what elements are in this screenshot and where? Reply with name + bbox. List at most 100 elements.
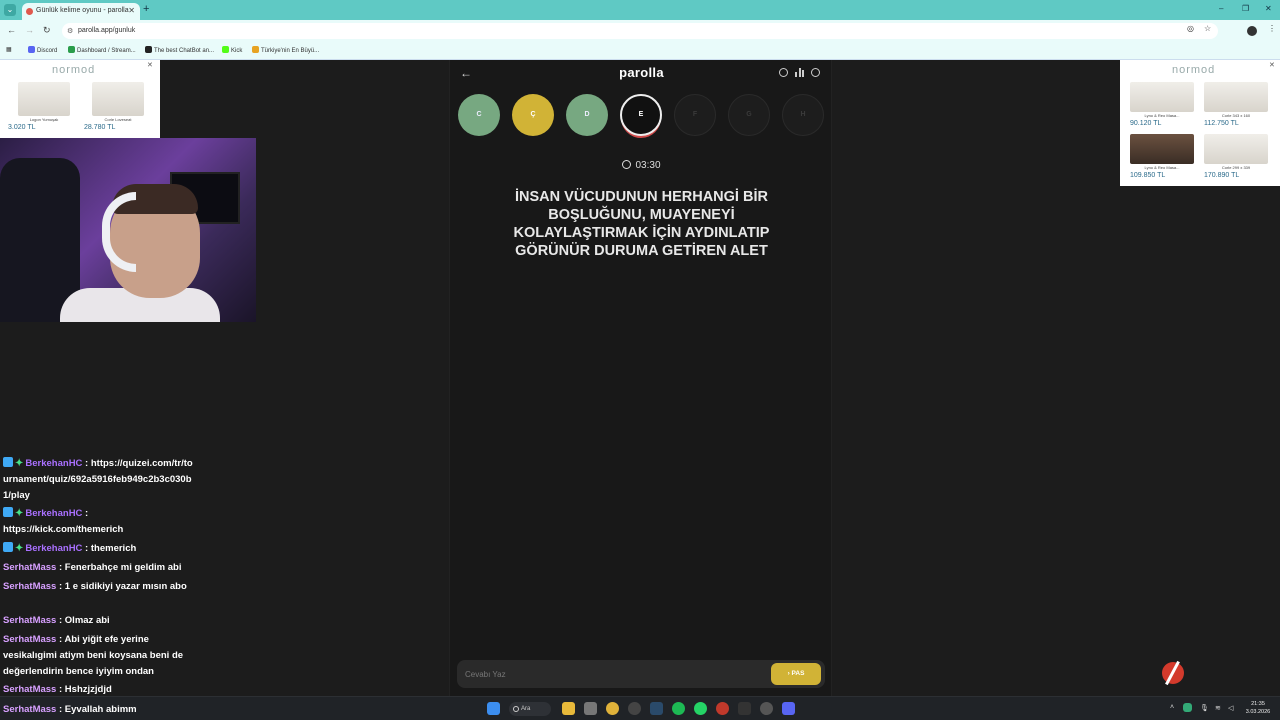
bookmark-discord[interactable]: Discord — [28, 46, 57, 54]
chat-message: SerhatMass : Olmaz abi — [3, 615, 110, 626]
taskbar-search[interactable]: Ara — [509, 702, 551, 716]
chat-text: https://kick.com/themerich — [3, 524, 124, 535]
chat-message: ✦ BerkehanHC : https://quizei.com/tr/tour… — [3, 457, 193, 501]
ad-product[interactable]: Corle 299 x 339 170.890 TL — [1204, 134, 1268, 179]
whatsapp-icon[interactable] — [694, 702, 707, 715]
tab-search-button[interactable]: ⌄ — [4, 4, 16, 16]
wifi-icon[interactable]: ≋ — [1215, 704, 1221, 712]
stats-icon[interactable] — [795, 68, 804, 77]
maximize-button[interactable]: ❐ — [1242, 4, 1249, 13]
answer-bar: › PAS — [457, 660, 825, 688]
chatgpt-icon[interactable] — [760, 702, 773, 715]
bookmarks-bar: ▦ Discord Dashboard / Stream... The best… — [0, 42, 1280, 60]
close-window-button[interactable]: ✕ — [1265, 4, 1272, 13]
clock-icon — [622, 160, 632, 169]
chat-username: SerhatMass — [3, 684, 57, 695]
windows-start-icon[interactable] — [487, 702, 500, 715]
letter-circle-g[interactable]: G — [728, 94, 770, 136]
product-caption: Corle 299 x 339 — [1221, 165, 1251, 170]
tab-close-icon[interactable]: ✕ — [128, 6, 135, 15]
bookmark-chatbot[interactable]: The best ChatBot an... — [145, 46, 214, 54]
spotify-icon[interactable] — [672, 702, 685, 715]
system-clock[interactable]: 21:35 3.03.2026 — [1240, 700, 1276, 716]
bookmark-kick[interactable]: Kick — [222, 46, 242, 54]
site-info-icon[interactable]: ⚙ — [67, 27, 73, 35]
letter-circle-d[interactable]: D — [566, 94, 608, 136]
chat-text: themerich — [90, 543, 137, 554]
chat-text: 1 e sidikiyi yazar mısın abo — [64, 581, 187, 592]
profile-icon[interactable] — [811, 68, 820, 77]
chat-username: BerkehanHC — [25, 543, 83, 554]
chrome-icon[interactable] — [606, 702, 619, 715]
product-image — [1130, 82, 1194, 112]
right-ad-banner[interactable]: normod ✕ Lyno & Reo Masa... 90.120 TL Co… — [1120, 60, 1280, 186]
tray-overflow-icon[interactable]: ˄ — [1170, 704, 1174, 711]
subscriber-badge-icon — [3, 507, 13, 517]
bookmark-turkiye[interactable]: Türkiye'nin En Büyü... — [252, 46, 319, 54]
address-bar[interactable]: ⚙ parolla.app/gunluk — [62, 23, 1218, 39]
chat-username: SerhatMass — [3, 562, 57, 573]
minimize-button[interactable]: – — [1219, 4, 1223, 13]
product-price: 112.750 TL — [1204, 120, 1239, 127]
ad-brand-logo: normod — [52, 64, 96, 76]
letter-circle-c[interactable]: C — [458, 94, 500, 136]
product-image — [1204, 134, 1268, 164]
steam-icon[interactable] — [650, 702, 663, 715]
profile-avatar[interactable] — [1247, 26, 1257, 36]
new-tab-button[interactable]: + — [143, 3, 149, 15]
apps-grid-icon[interactable]: ▦ — [6, 46, 12, 53]
file-explorer-icon[interactable] — [562, 702, 575, 715]
product-caption: Corle Loveseat — [104, 117, 132, 122]
ad-product[interactable]: Corle 343 x 160 112.750 TL — [1204, 82, 1268, 127]
volume-icon[interactable]: ◁ — [1228, 704, 1233, 712]
game-app-icon[interactable] — [716, 702, 729, 715]
back-arrow-icon[interactable]: ← — [7, 25, 16, 35]
product-price: 109.850 TL — [1130, 172, 1166, 179]
letter-circle-f[interactable]: F — [674, 94, 716, 136]
browser-tab-active[interactable]: Günlük kelime oyunu - parolla ✕ — [22, 3, 140, 20]
sparkle-badge-icon: ✦ — [15, 458, 24, 469]
ad-brand-logo: normod — [1172, 64, 1216, 76]
ad-close-icon[interactable]: ✕ — [1269, 61, 1275, 69]
chat-message: ✦ BerkehanHC : https://kick.com/themerich — [3, 507, 124, 535]
reload-icon[interactable]: ↻ — [43, 25, 51, 36]
ad-product[interactable]: Corle Loveseat 28.780 TL — [84, 82, 144, 131]
bookmark-star-icon[interactable]: ☆ — [1204, 24, 1211, 33]
product-price: 3.020 TL — [8, 124, 36, 131]
microphone-icon[interactable]: 🎙 — [1200, 704, 1209, 712]
product-image — [1130, 134, 1194, 164]
tray-app-icon[interactable] — [1183, 703, 1192, 712]
tracking-protection-icon[interactable]: ◎ — [1187, 24, 1194, 33]
bookmark-dashboard[interactable]: Dashboard / Stream... — [68, 46, 136, 54]
chat-message: SerhatMass : Abi yiğit efe yerine vesika… — [3, 634, 184, 677]
capcut-icon[interactable] — [738, 702, 751, 715]
chat-message: ✦ BerkehanHC : themerich — [3, 541, 198, 557]
question-text: İNSAN VÜCUDUNUN HERHANGİ BİR BOŞLUĞUNU, … — [513, 189, 770, 259]
info-icon[interactable] — [779, 68, 788, 77]
product-price: 90.120 TL — [1130, 120, 1162, 127]
letter-circle-e[interactable]: E — [620, 94, 662, 136]
chat-username: BerkehanHC — [25, 508, 83, 519]
tab-title: Günlük kelime oyunu - parolla — [36, 7, 129, 14]
chat-message: SerhatMass : Eyvallah abimm — [3, 704, 137, 715]
ad-product[interactable]: Lyno & Reo Masa... 109.850 TL — [1130, 134, 1194, 179]
chat-username: SerhatMass — [3, 581, 57, 592]
chat-username: BerkehanHC — [25, 458, 83, 469]
letter-circle-cedilla[interactable]: Ç — [512, 94, 554, 136]
pass-button[interactable]: › PAS — [771, 663, 821, 685]
ad-close-icon[interactable]: ✕ — [147, 61, 153, 69]
obs-icon[interactable] — [628, 702, 641, 715]
dashboard-icon — [68, 46, 75, 53]
task-view-icon[interactable] — [584, 702, 597, 715]
app-logo[interactable]: parolla — [450, 65, 833, 80]
ad-product[interactable]: Logon Yumuşak 3.020 TL — [8, 82, 70, 131]
streamer-webcam — [0, 138, 256, 322]
answer-input[interactable] — [465, 666, 765, 682]
ad-product[interactable]: Lyno & Reo Masa... 90.120 TL — [1130, 82, 1194, 127]
forward-arrow-icon[interactable]: → — [25, 25, 34, 35]
chevron-right-icon: › — [787, 670, 790, 677]
browser-menu-icon[interactable]: ⋮ — [1268, 24, 1276, 33]
letter-circle-h[interactable]: H — [782, 94, 824, 136]
left-ad-banner[interactable]: normod ✕ Logon Yumuşak 3.020 TL Corle Lo… — [0, 60, 160, 138]
discord-taskbar-icon[interactable] — [782, 702, 795, 715]
